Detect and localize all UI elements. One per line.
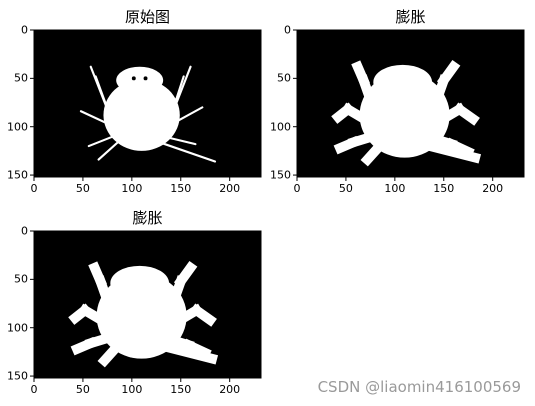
dilated-head: [110, 265, 170, 301]
dilated-leg-6: [70, 336, 98, 356]
figure: { "watermark": "CSDN @liaomin416100569",…: [0, 0, 535, 406]
dilated-leg-2: [88, 261, 107, 288]
plot-area-3: [30, 230, 262, 382]
x-tick-label: 150: [170, 383, 192, 396]
dilated-leg-4: [68, 303, 92, 325]
x-tick-label: 50: [75, 383, 90, 396]
y-tick-label: 0: [21, 224, 28, 238]
x-tick-label: 100: [121, 383, 143, 396]
y-tick-label: 100: [7, 321, 28, 335]
y-tick-label: 50: [14, 272, 28, 286]
watermark: CSDN @liaomin416100569: [317, 378, 521, 396]
y-tick-label: 150: [7, 369, 28, 383]
x-tick-label: 0: [30, 383, 38, 396]
subplot-3: 膨胀 0 50 100 150 0 50 100 150 200: [0, 0, 535, 406]
x-tick-label: 200: [219, 383, 241, 396]
